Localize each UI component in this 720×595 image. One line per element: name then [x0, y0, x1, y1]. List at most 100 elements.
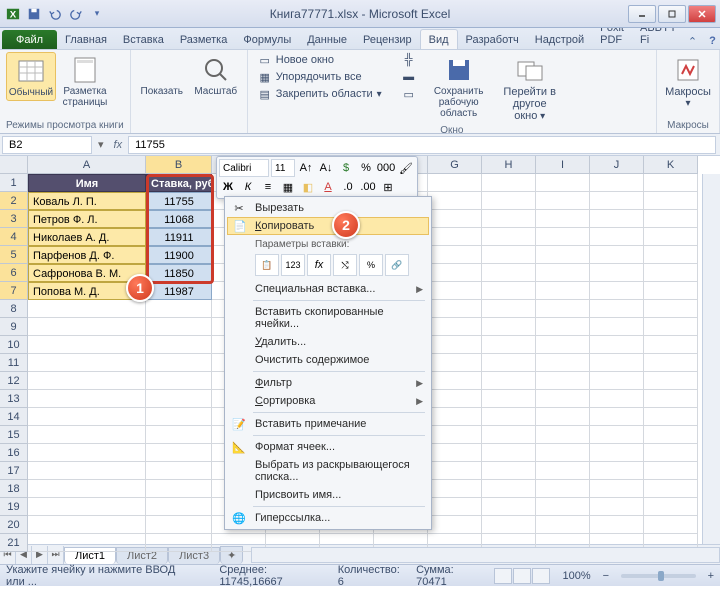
decrease-decimal-icon[interactable]: .0 — [339, 178, 357, 196]
tab-review[interactable]: Рецензир — [355, 30, 420, 49]
tab-data[interactable]: Данные — [299, 30, 355, 49]
cm-pick-list[interactable]: Выбрать из раскрывающегося списка... — [227, 456, 429, 486]
cell-A15[interactable] — [28, 426, 146, 444]
borders-icon[interactable]: ▦ — [279, 178, 297, 196]
cell-A3[interactable]: Петров Ф. Л. — [28, 210, 146, 228]
cm-clear[interactable]: Очистить содержимое — [227, 351, 429, 369]
col-header-G[interactable]: G — [428, 156, 482, 174]
cell-H14[interactable] — [482, 408, 536, 426]
cell-H1[interactable] — [482, 174, 536, 192]
cell-A5[interactable]: Парфенов Д. Ф. — [28, 246, 146, 264]
save-workspace-button[interactable]: Сохранить рабочую область — [424, 52, 494, 121]
cell-G1[interactable] — [428, 174, 482, 192]
cell-A9[interactable] — [28, 318, 146, 336]
cell-I3[interactable] — [536, 210, 590, 228]
formula-input[interactable]: 11755 — [128, 136, 716, 154]
cell-I13[interactable] — [536, 390, 590, 408]
cell-B15[interactable] — [146, 426, 212, 444]
horizontal-scrollbar[interactable] — [251, 547, 720, 563]
cell-H15[interactable] — [482, 426, 536, 444]
cell-B8[interactable] — [146, 300, 212, 318]
arrange-button[interactable]: ▦Упорядочить все — [254, 69, 386, 85]
cell-G7[interactable] — [428, 282, 482, 300]
cell-A10[interactable] — [28, 336, 146, 354]
row-header-15[interactable]: 15 — [0, 426, 28, 444]
undo-icon[interactable] — [46, 5, 64, 23]
cell-K7[interactable] — [644, 282, 698, 300]
switch-windows-button[interactable]: Перейти в другое окно ▾ — [498, 52, 562, 124]
save-icon[interactable] — [25, 5, 43, 23]
page-layout-button[interactable]: Разметка страницы — [60, 52, 110, 110]
cell-G4[interactable] — [428, 228, 482, 246]
cell-A11[interactable] — [28, 354, 146, 372]
cell-H4[interactable] — [482, 228, 536, 246]
row-header-6[interactable]: 6 — [0, 264, 28, 282]
row-header-16[interactable]: 16 — [0, 444, 28, 462]
minimize-button[interactable] — [628, 5, 656, 23]
hide-button[interactable]: ▬ — [398, 69, 420, 85]
cell-G9[interactable] — [428, 318, 482, 336]
cell-B16[interactable] — [146, 444, 212, 462]
help-icon[interactable]: ? — [705, 33, 720, 49]
split-button[interactable]: ╬ — [398, 52, 420, 68]
cm-filter[interactable]: Фильтр▶ — [227, 374, 429, 392]
paste-normal-icon[interactable]: 📋 — [255, 254, 279, 276]
qat-more-icon[interactable]: ▾ — [88, 5, 106, 23]
macros-button[interactable]: Макросы ▾ — [663, 52, 713, 111]
row-header-9[interactable]: 9 — [0, 318, 28, 336]
cell-J14[interactable] — [590, 408, 644, 426]
cell-G8[interactable] — [428, 300, 482, 318]
cell-K11[interactable] — [644, 354, 698, 372]
cell-A16[interactable] — [28, 444, 146, 462]
col-header-K[interactable]: K — [644, 156, 698, 174]
paste-formatting-icon[interactable]: % — [359, 254, 383, 276]
row-header-11[interactable]: 11 — [0, 354, 28, 372]
name-box[interactable]: B2 — [2, 136, 92, 154]
cell-H16[interactable] — [482, 444, 536, 462]
row-header-20[interactable]: 20 — [0, 516, 28, 534]
cell-K16[interactable] — [644, 444, 698, 462]
zoom-out-icon[interactable]: − — [603, 570, 609, 582]
cell-H8[interactable] — [482, 300, 536, 318]
cell-J6[interactable] — [590, 264, 644, 282]
cell-G17[interactable] — [428, 462, 482, 480]
cell-J20[interactable] — [590, 516, 644, 534]
paste-values-icon[interactable]: 123 — [281, 254, 305, 276]
zoom-in-icon[interactable]: + — [708, 570, 714, 582]
percent-icon[interactable]: % — [357, 159, 375, 177]
shrink-font-icon[interactable]: A↓ — [317, 159, 335, 177]
row-header-21[interactable]: 21 — [0, 534, 28, 552]
row-header-1[interactable]: 1 — [0, 174, 28, 192]
row-header-14[interactable]: 14 — [0, 408, 28, 426]
cell-K18[interactable] — [644, 480, 698, 498]
cell-H2[interactable] — [482, 192, 536, 210]
cm-define-name[interactable]: Присвоить имя... — [227, 486, 429, 504]
cell-J8[interactable] — [590, 300, 644, 318]
normal-view-button[interactable]: Обычный — [6, 52, 56, 101]
cell-H20[interactable] — [482, 516, 536, 534]
row-header-17[interactable]: 17 — [0, 462, 28, 480]
row-header-5[interactable]: 5 — [0, 246, 28, 264]
cm-sort[interactable]: Сортировка▶ — [227, 392, 429, 410]
cm-insert-comment[interactable]: 📝Вставить примечание — [227, 415, 429, 433]
cell-I14[interactable] — [536, 408, 590, 426]
cell-B14[interactable] — [146, 408, 212, 426]
row-header-3[interactable]: 3 — [0, 210, 28, 228]
cell-A4[interactable]: Николаев А. Д. — [28, 228, 146, 246]
cell-I8[interactable] — [536, 300, 590, 318]
paste-link-icon[interactable]: 🔗 — [385, 254, 409, 276]
cell-G13[interactable] — [428, 390, 482, 408]
cell-H19[interactable] — [482, 498, 536, 516]
tab-addins[interactable]: Надстрой — [527, 30, 592, 49]
cm-insert-copied[interactable]: Вставить скопированные ячейки... — [227, 303, 429, 333]
paste-formulas-icon[interactable]: fx — [307, 254, 331, 276]
cell-I2[interactable] — [536, 192, 590, 210]
cell-H12[interactable] — [482, 372, 536, 390]
cell-H6[interactable] — [482, 264, 536, 282]
cell-J1[interactable] — [590, 174, 644, 192]
cell-B9[interactable] — [146, 318, 212, 336]
col-header-A[interactable]: A — [28, 156, 146, 174]
align-center-icon[interactable]: ≡ — [259, 178, 277, 196]
cell-G3[interactable] — [428, 210, 482, 228]
cell-J13[interactable] — [590, 390, 644, 408]
